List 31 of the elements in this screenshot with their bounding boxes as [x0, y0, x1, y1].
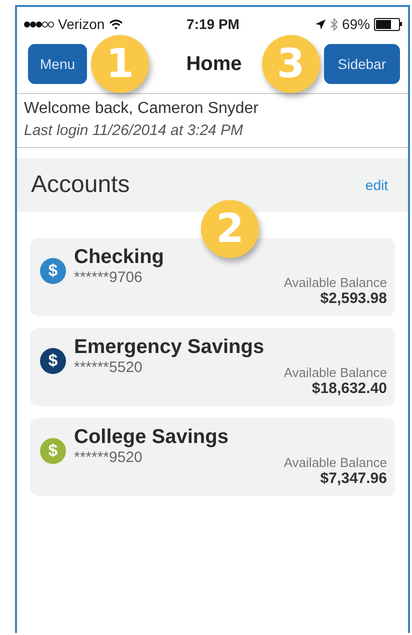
balance-amount: $18,632.40 [312, 380, 387, 397]
wifi-icon [108, 18, 123, 30]
balance-amount: $7,347.96 [320, 470, 387, 487]
welcome-message: Welcome back, Cameron Snyder [24, 100, 260, 118]
account-name: Emergency Savings [74, 336, 266, 359]
page-title: Home [186, 52, 242, 76]
balance-label: Available Balance [284, 365, 387, 380]
account-name: Checking [74, 246, 166, 269]
dollar-icon: $ [40, 258, 66, 284]
signal-icon [24, 20, 54, 28]
last-login: Last login 11/26/2014 at 3:24 PM [24, 122, 244, 139]
account-number: ******5520 [74, 359, 142, 378]
status-time: 7:19 PM [186, 16, 240, 32]
battery-percent: 69% [342, 16, 370, 32]
carrier-name: Verizon [58, 16, 105, 32]
battery-icon [374, 18, 402, 30]
account-number: ******9520 [74, 449, 142, 468]
callout-badge: 1 [91, 35, 150, 93]
balance-amount: $2,593.98 [320, 290, 387, 307]
balance-label: Available Balance [284, 275, 387, 290]
dollar-icon: $ [40, 348, 66, 374]
location-icon [314, 18, 326, 30]
callout-badge: 3 [262, 35, 320, 93]
section-title: Accounts [31, 171, 130, 199]
dollar-icon: $ [40, 438, 66, 464]
bluetooth-icon [330, 18, 338, 30]
account-number: ******9706 [74, 269, 142, 288]
balance-label: Available Balance [284, 455, 387, 470]
sidebar-button[interactable]: Sidebar [324, 44, 400, 84]
menu-button[interactable]: Menu [28, 44, 88, 84]
account-name: College Savings [74, 426, 230, 449]
